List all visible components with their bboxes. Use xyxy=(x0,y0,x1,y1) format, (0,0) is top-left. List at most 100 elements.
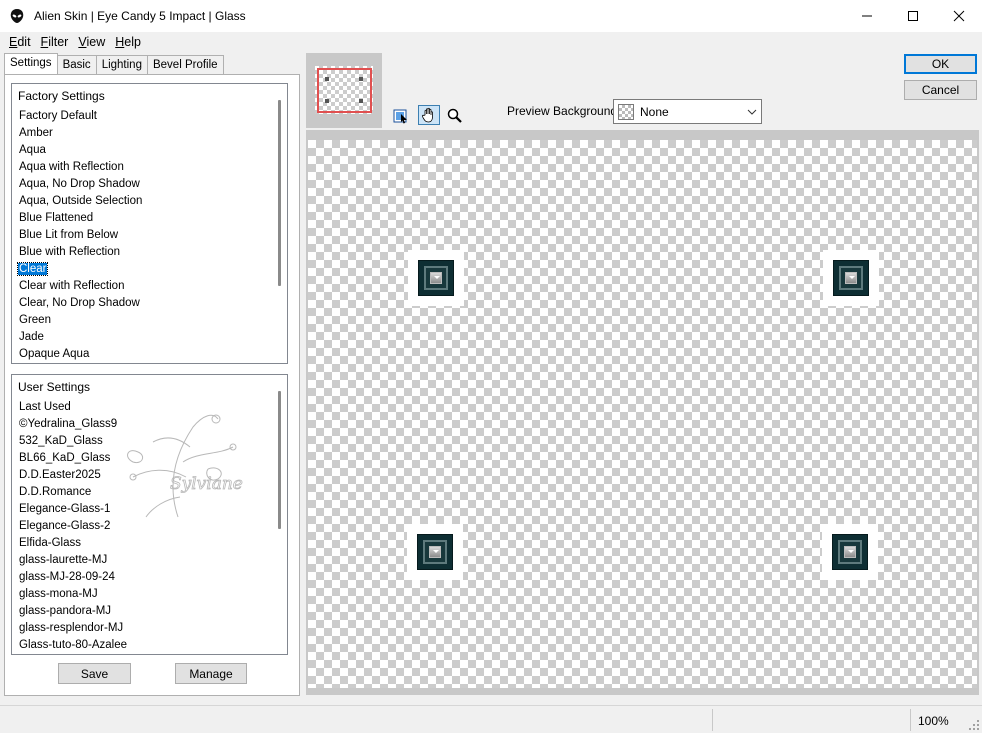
list-item[interactable]: Aqua, Outside Selection xyxy=(18,193,287,210)
sylviane-watermark: Sylviane xyxy=(127,414,243,518)
factory-settings-header: Factory Settings xyxy=(18,89,105,103)
list-item-label: 532_KaD_Glass xyxy=(19,435,103,447)
list-item[interactable]: Clear xyxy=(16,261,287,278)
menu-bar: Edit Filter View Help xyxy=(0,32,982,52)
tab-settings[interactable]: Settings xyxy=(4,53,58,74)
preview-background-label: Preview Background: xyxy=(507,104,621,118)
list-item[interactable]: glass-laurette-MJ xyxy=(18,552,287,569)
list-item[interactable]: Blue Flattened xyxy=(18,210,287,227)
zoom-tool-button[interactable] xyxy=(444,106,466,126)
navigate-preview-button[interactable] xyxy=(390,106,412,126)
ok-button[interactable]: OK xyxy=(904,54,977,74)
tab-lighting[interactable]: Lighting xyxy=(95,55,148,74)
list-item[interactable]: Aqua xyxy=(18,142,287,159)
title-bar: Alien Skin | Eye Candy 5 Impact | Glass xyxy=(0,0,982,32)
navigate-preview-icon xyxy=(393,109,407,124)
resize-grip-icon[interactable] xyxy=(968,719,980,731)
list-item-label: Last Used xyxy=(19,401,71,413)
list-item[interactable]: Glass-tuto-80-Azalee xyxy=(18,637,287,654)
list-item[interactable]: Blue Lit from Below xyxy=(18,227,287,244)
list-item[interactable]: Jade xyxy=(18,329,287,346)
glass-square-bottom-left xyxy=(407,524,463,580)
list-item[interactable]: Elfida-Glass xyxy=(18,535,287,552)
list-item[interactable]: glass-pandora-MJ xyxy=(18,603,287,620)
status-separator xyxy=(712,709,713,731)
maximize-button[interactable] xyxy=(890,0,936,32)
preview-background-value: None xyxy=(640,104,669,119)
close-button[interactable] xyxy=(936,0,982,32)
list-item[interactable]: Amber xyxy=(18,125,287,142)
preview-canvas[interactable] xyxy=(308,140,977,688)
hand-tool-button[interactable] xyxy=(418,105,440,125)
menu-help[interactable]: Help xyxy=(110,35,146,49)
list-item-label: Aqua with Reflection xyxy=(19,161,124,173)
close-icon xyxy=(953,10,965,22)
list-item-label: Elegance-Glass-2 xyxy=(19,520,111,532)
status-separator xyxy=(910,709,911,731)
cancel-button[interactable]: Cancel xyxy=(904,80,977,100)
list-item[interactable]: Aqua, No Drop Shadow xyxy=(18,176,287,193)
list-item[interactable]: glass-resplendor-MJ xyxy=(18,620,287,637)
navigator-thumbnail[interactable] xyxy=(306,53,382,128)
list-item[interactable]: Blue with Reflection xyxy=(18,244,287,261)
window-title: Alien Skin | Eye Candy 5 Impact | Glass xyxy=(34,9,246,23)
hand-icon xyxy=(421,107,433,123)
list-item-label: D.D.Easter2025 xyxy=(19,469,101,481)
status-bar: 100% xyxy=(0,705,982,733)
list-item[interactable]: Aqua with Reflection xyxy=(18,159,287,176)
list-item-label: ©Yedralina_Glass9 xyxy=(19,418,118,430)
list-item[interactable]: Green xyxy=(18,312,287,329)
tab-basic[interactable]: Basic xyxy=(56,55,97,74)
preview-background-select[interactable]: None xyxy=(613,99,762,124)
list-item-label: Clear xyxy=(16,262,49,276)
glass-square-bottom-right xyxy=(822,524,878,580)
list-item-label: glass-pandora-MJ xyxy=(19,605,112,617)
list-item-label: Factory Default xyxy=(19,110,97,122)
user-settings-header: User Settings xyxy=(18,380,91,394)
list-item-label: BL66_KaD_Glass xyxy=(19,452,111,464)
menu-filter[interactable]: Filter xyxy=(36,35,74,49)
list-item-label: glass-MJ-28-09-24 xyxy=(19,571,115,583)
list-item[interactable]: Factory Default xyxy=(18,108,287,125)
menu-edit[interactable]: Edit xyxy=(4,35,36,49)
navigator-view-rect[interactable] xyxy=(317,68,372,113)
settings-panel: Settings Basic Lighting Bevel Profile Fa… xyxy=(0,52,302,697)
list-item-label: Elegance-Glass-1 xyxy=(19,503,111,515)
list-item-label: Glass-tuto-80-Azalee xyxy=(19,639,128,651)
menu-view[interactable]: View xyxy=(73,35,110,49)
preview-frame xyxy=(306,130,979,695)
manage-button[interactable]: Manage xyxy=(175,663,247,684)
list-item-label: Blue with Reflection xyxy=(19,246,120,258)
list-item-label: Aqua, Outside Selection xyxy=(19,195,143,207)
save-button[interactable]: Save xyxy=(58,663,131,684)
factory-settings-list[interactable]: Factory Settings Factory Default Amber Aqu… xyxy=(11,83,288,364)
tab-strip: Settings Basic Lighting Bevel Profile xyxy=(4,53,224,75)
maximize-icon xyxy=(908,11,918,21)
list-item-label: Jade xyxy=(19,331,44,343)
list-item-label: Amber xyxy=(19,127,53,139)
list-item-label: Blue Lit from Below xyxy=(19,229,119,241)
list-item[interactable]: glass-mona-MJ xyxy=(18,586,287,603)
list-item[interactable]: Clear with Reflection xyxy=(18,278,287,295)
alien-skin-icon xyxy=(8,7,26,25)
list-item-label: Aqua xyxy=(19,144,46,156)
factory-list-scrollbar[interactable] xyxy=(278,100,281,286)
list-item-label: glass-resplendor-MJ xyxy=(19,622,124,634)
zoom-icon xyxy=(447,108,462,123)
list-item-label: Clear with Reflection xyxy=(19,280,125,292)
watermark-text: Sylviane xyxy=(170,474,243,494)
list-item-label: Aqua, No Drop Shadow xyxy=(19,178,140,190)
user-list-scrollbar[interactable] xyxy=(278,391,281,529)
list-item-label: Green xyxy=(19,314,51,326)
glass-square-top-right xyxy=(823,250,879,306)
list-item[interactable]: Clear, No Drop Shadow xyxy=(18,295,287,312)
list-item[interactable]: Opaque Aqua xyxy=(18,346,287,363)
tab-bevel-profile[interactable]: Bevel Profile xyxy=(146,55,224,74)
chevron-down-icon xyxy=(743,109,761,115)
list-item-label: glass-mona-MJ xyxy=(19,588,98,600)
checkerboard-swatch-icon xyxy=(618,103,634,120)
list-item[interactable]: glass-MJ-28-09-24 xyxy=(18,569,287,586)
list-item-label: Elfida-Glass xyxy=(19,537,81,549)
list-item-label: Opaque Aqua xyxy=(19,348,90,360)
minimize-button[interactable] xyxy=(844,0,890,32)
